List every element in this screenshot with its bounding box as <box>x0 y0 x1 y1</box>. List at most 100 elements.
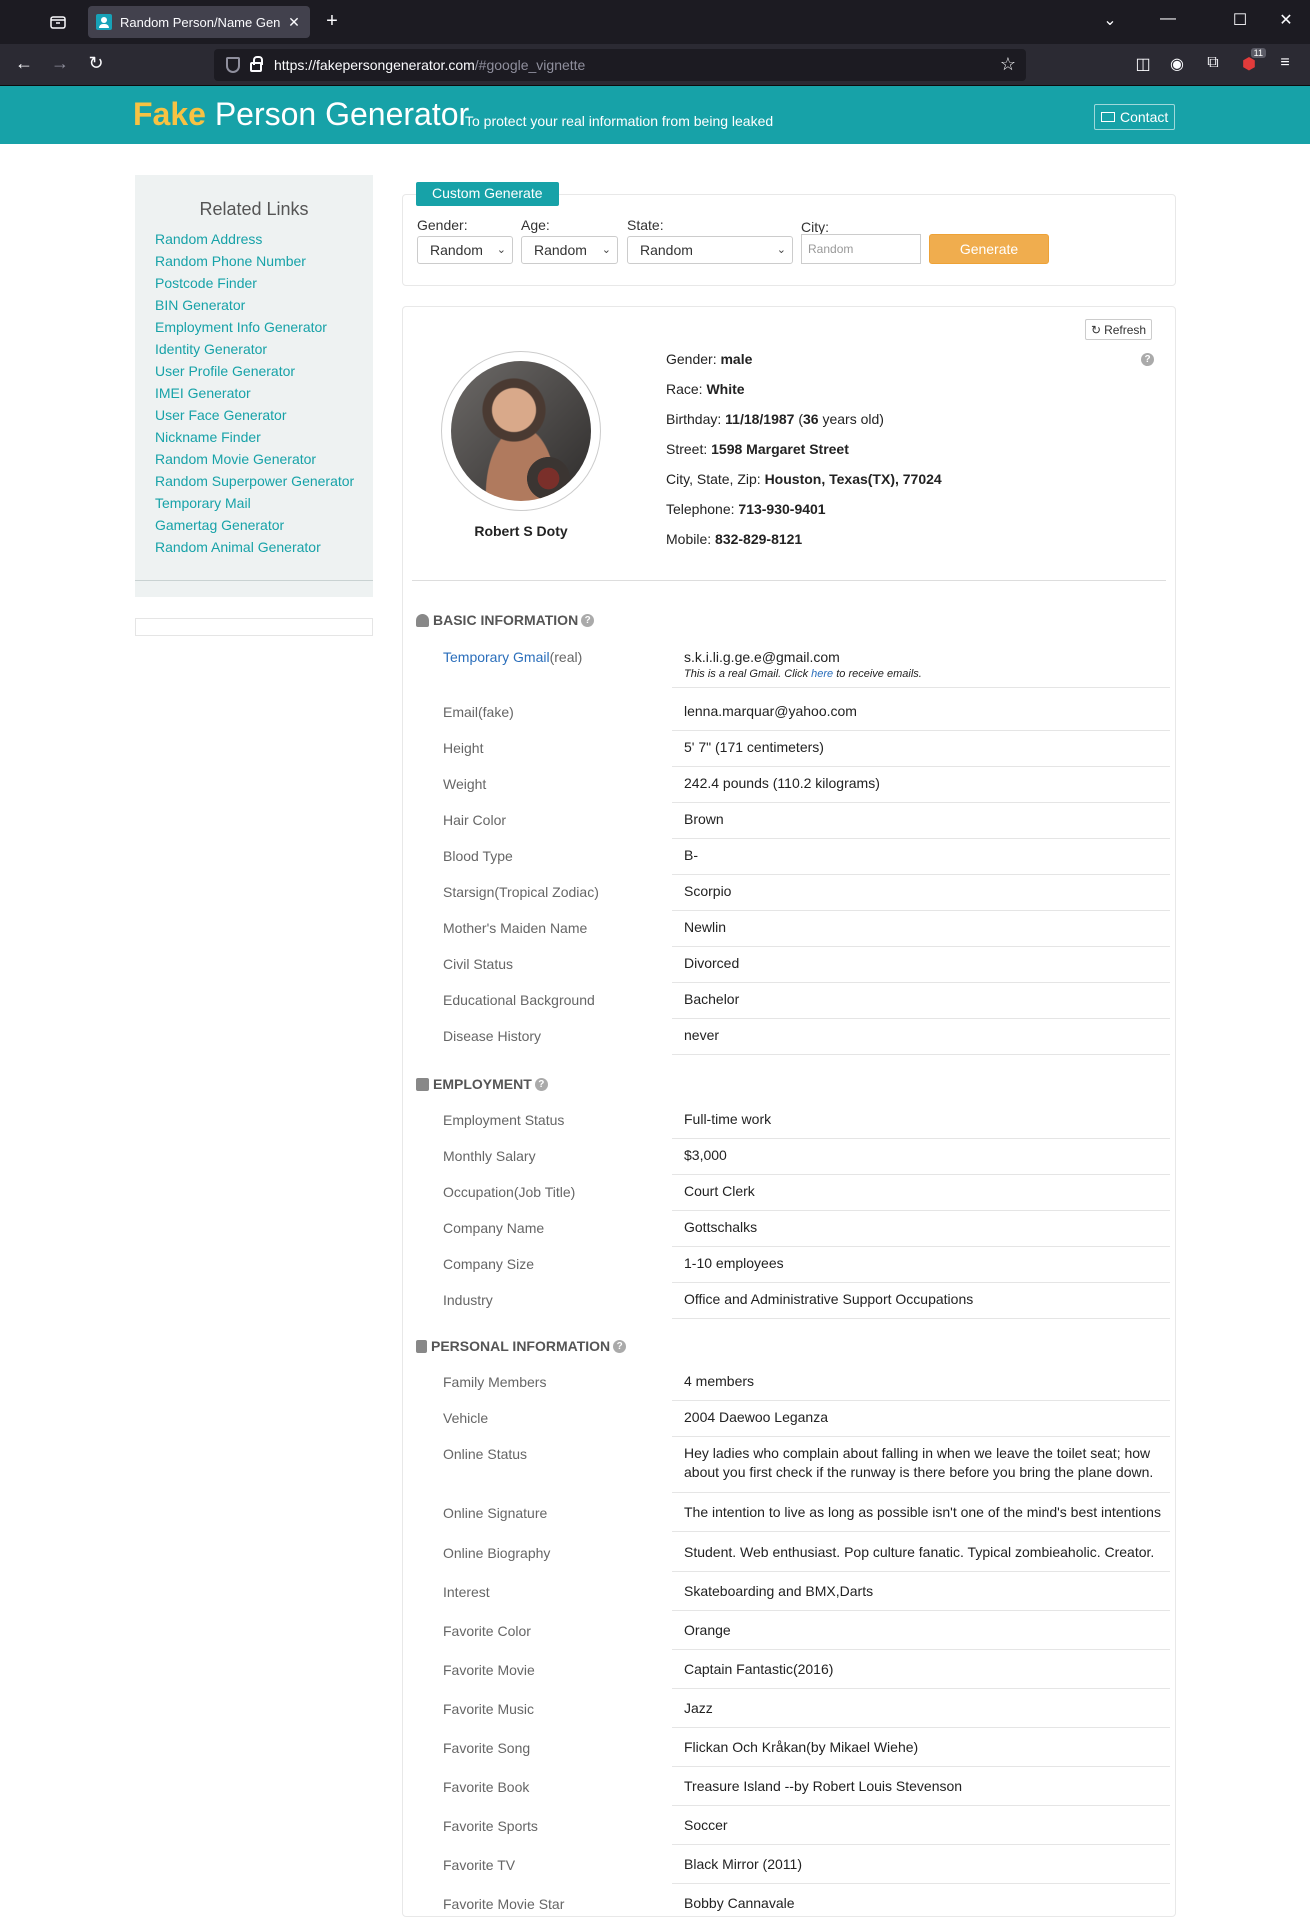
sidebar-link[interactable]: Random Movie Generator <box>155 448 373 470</box>
sidebar-ad-slot <box>135 618 373 636</box>
user-icon <box>416 613 429 627</box>
sidebar-divider <box>135 580 373 581</box>
custom-generate-tab[interactable]: Custom Generate <box>416 182 559 206</box>
state-label: State: <box>627 217 664 233</box>
summary-birthday: Birthday: 11/18/1987 (36 years old) <box>666 411 884 427</box>
menu-icon[interactable]: ≡ <box>1274 54 1296 72</box>
sidebar-link[interactable]: Random Animal Generator <box>155 536 373 558</box>
generate-button[interactable]: Generate <box>929 234 1049 264</box>
chevron-down-icon: ⌄ <box>496 244 506 256</box>
help-icon[interactable]: ? <box>613 1339 627 1353</box>
info-label: Company Size <box>443 1256 535 1272</box>
pocket-icon[interactable]: ◫ <box>1132 54 1154 74</box>
document-icon <box>416 1339 427 1353</box>
sidebar-link[interactable]: Random Phone Number <box>155 250 373 272</box>
account-icon[interactable]: ◉ <box>1166 54 1188 74</box>
sidebar-link[interactable]: Identity Generator <box>155 338 373 360</box>
sidebar-link[interactable]: BIN Generator <box>155 294 373 316</box>
site-logo[interactable]: Fake Person Generator <box>133 96 469 133</box>
person-name: Robert S Doty <box>474 523 568 539</box>
info-value: Bachelor <box>684 991 740 1007</box>
city-input[interactable]: Random <box>801 234 921 264</box>
url-bar[interactable]: https://fakepersongenerator.com/#google_… <box>214 49 1026 81</box>
site-header: Fake Person Generator To protect your re… <box>0 86 1310 144</box>
gmail-label: Temporary Gmail(real) <box>443 649 583 665</box>
sidebar-link[interactable]: IMEI Generator <box>155 382 373 404</box>
tab-title: Random Person/Name Generat <box>120 14 280 30</box>
temporary-gmail-link[interactable]: Temporary Gmail <box>443 649 550 665</box>
info-label: Educational Background <box>443 992 595 1008</box>
help-icon[interactable]: ? <box>534 1077 548 1091</box>
sidebar-link-list: Random Address Random Phone Number Postcod… <box>135 228 373 558</box>
info-value: $3,000 <box>684 1147 727 1163</box>
sidebar-link[interactable]: Temporary Mail <box>155 492 373 514</box>
info-value: Scorpio <box>684 883 732 899</box>
info-value: Gottschalks <box>684 1219 758 1235</box>
receive-emails-link[interactable]: here <box>811 668 833 680</box>
gmail-note: This is a real Gmail. Click here to rece… <box>684 668 922 680</box>
ublock-icon[interactable]: ⬢ 11 <box>1238 48 1266 74</box>
chevron-down-icon: ⌄ <box>601 244 611 256</box>
envelope-icon <box>1101 112 1115 122</box>
info-value: Jazz <box>684 1700 713 1716</box>
info-label: Favorite TV <box>443 1857 516 1873</box>
info-label: Favorite Book <box>443 1779 530 1795</box>
browser-nav-bar: ← → ↻ https://fakepersongenerator.com/#g… <box>0 44 1310 86</box>
info-label: Height <box>443 740 484 756</box>
summary-telephone: Telephone: 713-930-9401 <box>666 501 826 517</box>
info-label: Vehicle <box>443 1410 489 1426</box>
maximize-icon[interactable]: ☐ <box>1228 10 1252 30</box>
tab-overflow-chevron-icon[interactable]: ⌄ <box>1098 10 1122 30</box>
info-label: Occupation(Job Title) <box>443 1184 576 1200</box>
extensions-icon[interactable]: ⧉ <box>1202 54 1224 72</box>
summary-city-state-zip: City, State, Zip: Houston, Texas(TX), 77… <box>666 471 942 487</box>
close-window-icon[interactable]: ✕ <box>1274 10 1298 30</box>
sidebar-link[interactable]: Random Address <box>155 228 373 250</box>
info-label: Online Signature <box>443 1505 548 1521</box>
sidebar-link[interactable]: Postcode Finder <box>155 272 373 294</box>
info-label: Company Name <box>443 1220 545 1236</box>
sidebar-title: Related Links <box>199 199 309 219</box>
tracking-shield-icon[interactable] <box>226 57 240 73</box>
url-text[interactable]: https://fakepersongenerator.com/#google_… <box>274 57 585 73</box>
extension-badge: 11 <box>1250 48 1266 58</box>
help-icon[interactable]: ? <box>581 613 595 627</box>
site-favicon-icon <box>96 14 112 30</box>
info-value: never <box>684 1027 720 1043</box>
info-value: B- <box>684 847 698 863</box>
info-label: Online Status <box>443 1446 528 1462</box>
bookmark-star-icon[interactable]: ☆ <box>1000 54 1016 75</box>
browser-tab-bar: Random Person/Name Generat ✕ + ⌄ — ☐ ✕ <box>0 0 1310 44</box>
minimize-icon[interactable]: — <box>1156 10 1180 28</box>
refresh-button[interactable]: ↻ Refresh <box>1085 319 1153 340</box>
info-value: Bobby Cannavale <box>684 1895 795 1911</box>
new-tab-icon[interactable]: + <box>320 10 344 33</box>
sidebar-link[interactable]: User Face Generator <box>155 404 373 426</box>
forward-icon[interactable]: → <box>48 53 72 74</box>
info-label: Hair Color <box>443 812 507 828</box>
close-tab-icon[interactable]: ✕ <box>286 14 302 31</box>
age-select[interactable]: Random ⌄ <box>521 236 618 264</box>
sidebar-link[interactable]: User Profile Generator <box>155 360 373 382</box>
info-value: Student. Web enthusiast. Pop culture fan… <box>684 1544 1155 1560</box>
help-icon[interactable]: ? <box>1141 353 1154 366</box>
sidebar-link[interactable]: Random Superpower Generator <box>155 470 373 492</box>
gender-select[interactable]: Random ⌄ <box>417 236 513 264</box>
info-label: Online Biography <box>443 1545 551 1561</box>
sidebar-link[interactable]: Gamertag Generator <box>155 514 373 536</box>
state-select[interactable]: Random ⌄ <box>627 236 793 264</box>
info-value: Skateboarding and BMX,Darts <box>684 1583 874 1599</box>
summary-street: Street: 1598 Margaret Street <box>666 441 849 457</box>
contact-button[interactable]: Contact <box>1094 104 1176 130</box>
lock-icon[interactable] <box>250 56 263 72</box>
sidebar-link[interactable]: Nickname Finder <box>155 426 373 448</box>
browser-tab[interactable]: Random Person/Name Generat ✕ <box>88 6 310 38</box>
summary-gender: Gender: male <box>666 351 753 367</box>
info-label: Family Members <box>443 1374 547 1390</box>
info-label: Interest <box>443 1584 490 1600</box>
chevron-down-icon: ⌄ <box>776 244 786 256</box>
sidebar-link[interactable]: Employment Info Generator <box>155 316 373 338</box>
back-icon[interactable]: ← <box>12 53 36 74</box>
reload-icon[interactable]: ↻ <box>84 53 108 74</box>
tab-list-icon[interactable] <box>48 12 68 32</box>
